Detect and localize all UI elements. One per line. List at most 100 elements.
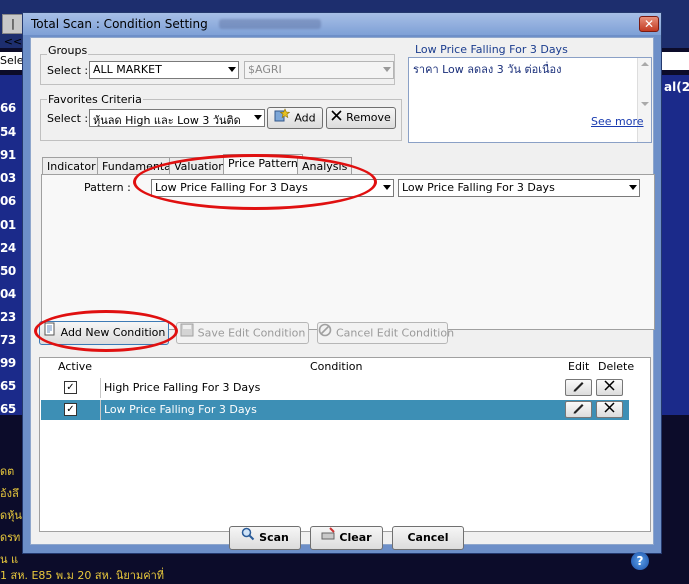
background-right-column: [662, 75, 689, 415]
cell-divider: [100, 378, 101, 398]
background-number-column: 66 54 91 03 06 01 24 50 04 23 73 99 65 6…: [0, 75, 22, 416]
description-scrollbar[interactable]: [637, 58, 651, 142]
remove-favorite-button[interactable]: Remove: [326, 107, 396, 129]
bg-number: 99: [0, 356, 16, 370]
see-more-link[interactable]: See more: [591, 115, 644, 128]
annotation-oval-add-condition: [34, 310, 178, 352]
blurred-title-detail: [219, 19, 321, 29]
delete-row-button[interactable]: [596, 379, 623, 396]
active-checkbox[interactable]: ✓: [64, 403, 77, 416]
eraser-icon: [321, 527, 336, 549]
pattern-label: Pattern :: [84, 181, 131, 194]
delete-row-button[interactable]: [596, 401, 623, 418]
pattern-secondary-value: Low Price Falling For 3 Days: [402, 181, 555, 194]
pencil-icon: [572, 382, 585, 395]
edit-row-button[interactable]: [565, 401, 592, 418]
chevron-down-icon: [629, 185, 637, 190]
x-icon: [604, 402, 615, 416]
bg-number: 73: [0, 333, 16, 347]
close-icon: ✕: [643, 17, 655, 31]
bg-footer-line: 1 สห. E85 พ.ม 20 สห. นิยามค่าที่: [0, 569, 165, 582]
save-icon: [180, 323, 194, 344]
background-right-label: al(2: [664, 80, 689, 94]
chevron-down-icon: [383, 185, 391, 190]
favorites-select-value: หุ้นลด High และ Low 3 วันติด: [93, 114, 241, 127]
bg-number: 06: [0, 194, 16, 208]
add-favorite-button[interactable]: Add: [267, 107, 323, 129]
cancel-edit-condition-label: Cancel Edit Condition: [336, 326, 455, 340]
magnifier-icon: [241, 527, 255, 549]
bg-number: 23: [0, 310, 16, 324]
pencil-icon: [572, 404, 585, 417]
clear-button[interactable]: Clear: [310, 526, 383, 550]
dialog-titlebar[interactable]: Total Scan : Condition Setting ✕: [23, 13, 661, 35]
groups-select-label: Select :: [47, 64, 89, 77]
scroll-up-icon: [641, 62, 649, 66]
first-page-button[interactable]: |<<: [2, 14, 24, 48]
bg-footer-line: ดต: [0, 465, 15, 478]
bg-number: 91: [0, 148, 16, 162]
background-header-label: Sele: [0, 54, 24, 67]
chevron-down-icon: [254, 115, 262, 120]
close-button[interactable]: ✕: [639, 16, 659, 32]
x-icon: [604, 380, 615, 394]
bg-footer-line: อ้งลึ: [0, 487, 19, 500]
dialog-title: Total Scan : Condition Setting: [31, 17, 208, 31]
scroll-down-icon: [641, 102, 649, 106]
column-header-delete: Delete: [598, 360, 635, 373]
bg-number: 01: [0, 218, 16, 232]
table-row[interactable]: ✓ High Price Falling For 3 Days: [41, 378, 629, 398]
help-button[interactable]: ?: [631, 552, 649, 570]
favorites-label: Favorites Criteria: [47, 93, 143, 106]
bg-number: 65: [0, 379, 16, 393]
add-star-icon: [274, 108, 291, 129]
annotation-oval-pattern: [133, 154, 377, 210]
bg-number: 54: [0, 125, 16, 139]
tab-label: Indicator: [47, 160, 96, 173]
bg-number: 04: [0, 287, 16, 301]
dialog-body: Groups Select : ALL MARKET $AGRI Favorit…: [30, 37, 655, 570]
cancel-label: Cancel: [407, 531, 449, 544]
add-favorite-label: Add: [294, 111, 316, 125]
cancel-edit-condition-button[interactable]: Cancel Edit Condition: [317, 322, 454, 344]
condition-cell: High Price Falling For 3 Days: [104, 381, 261, 394]
market-select-value: ALL MARKET: [93, 63, 162, 76]
description-title: Low Price Falling For 3 Days: [415, 43, 568, 56]
conditions-table: Active Condition Edit Delete ✓ High Pric…: [39, 357, 651, 532]
scan-button[interactable]: Scan: [229, 526, 301, 550]
column-header-edit: Edit: [568, 360, 590, 373]
condition-cell: Low Price Falling For 3 Days: [104, 403, 257, 416]
table-row-selected[interactable]: ✓ Low Price Falling For 3 Days: [41, 400, 629, 420]
description-box[interactable]: ราคา Low ลดลง 3 วัน ต่อเนื่อง See more: [408, 57, 652, 143]
pattern-select-secondary[interactable]: Low Price Falling For 3 Days: [398, 179, 640, 197]
save-edit-condition-button[interactable]: Save Edit Condition: [176, 322, 309, 344]
remove-favorite-label: Remove: [346, 111, 391, 124]
help-icon: ?: [636, 554, 644, 568]
sector-select-value: $AGRI: [248, 63, 282, 76]
save-edit-condition-label: Save Edit Condition: [197, 326, 306, 340]
chevron-down-icon: [383, 67, 391, 72]
tab-indicator[interactable]: Indicator: [42, 157, 101, 174]
market-select[interactable]: ALL MARKET: [89, 61, 239, 79]
scan-label: Scan: [259, 531, 289, 544]
bg-number: 03: [0, 171, 16, 185]
favorites-select[interactable]: หุ้นลด High และ Low 3 วันติด: [89, 109, 265, 127]
x-icon: [331, 108, 342, 128]
groups-label: Groups: [47, 44, 89, 57]
sector-select[interactable]: $AGRI: [244, 61, 394, 79]
bg-footer-line: ดรท: [0, 531, 21, 544]
column-header-active: Active: [58, 360, 93, 373]
bg-number: 66: [0, 101, 16, 115]
description-text: ราคา Low ลดลง 3 วัน ต่อเนื่อง: [413, 63, 562, 76]
bg-footer-line: ดหุ้น: [0, 509, 22, 522]
cancel-button[interactable]: Cancel: [392, 526, 464, 550]
condition-setting-dialog: Total Scan : Condition Setting ✕ Groups …: [22, 12, 662, 570]
bg-number: 50: [0, 264, 16, 278]
clear-label: Clear: [339, 531, 372, 544]
cell-divider: [100, 400, 101, 420]
bg-number: 24: [0, 241, 16, 255]
active-checkbox[interactable]: ✓: [64, 381, 77, 394]
bg-number: 65: [0, 402, 16, 416]
column-header-condition: Condition: [310, 360, 363, 373]
edit-row-button[interactable]: [565, 379, 592, 396]
